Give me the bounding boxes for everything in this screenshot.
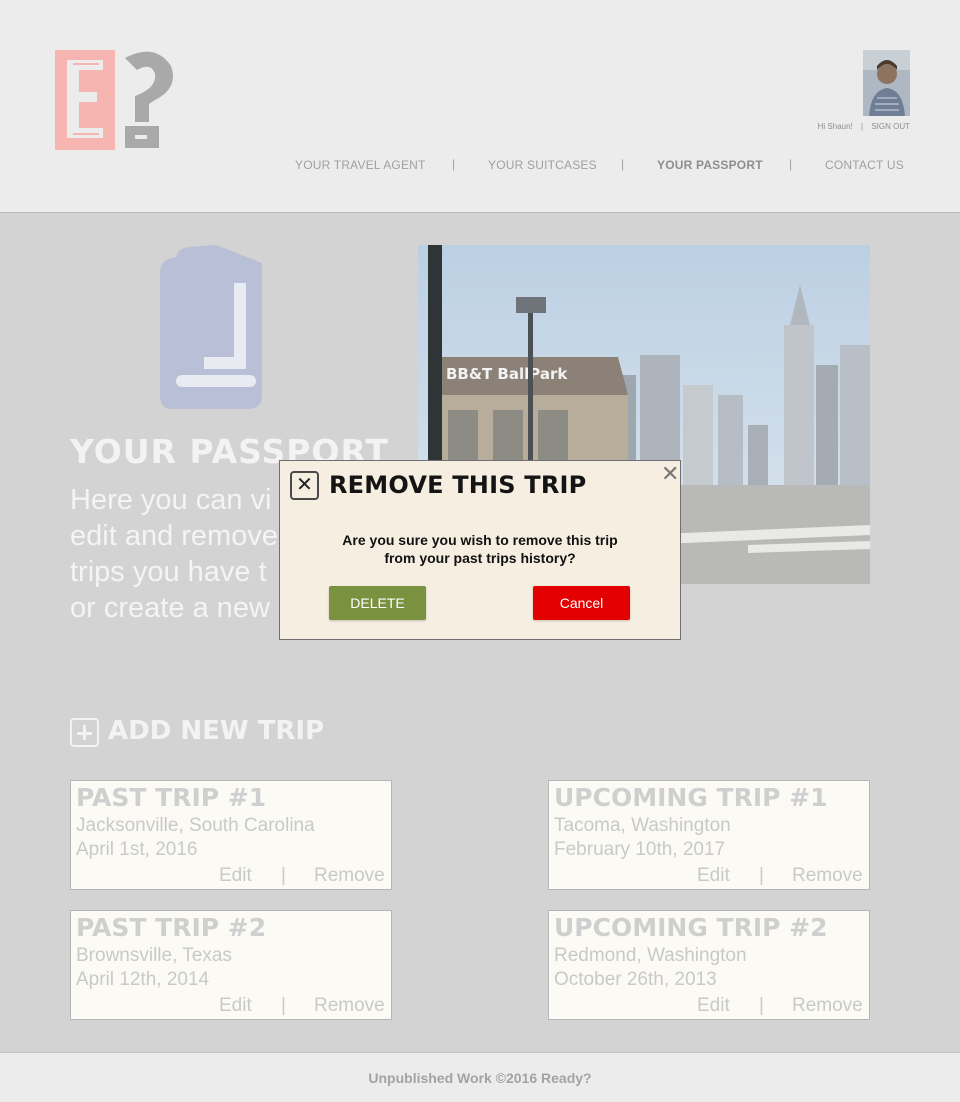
remove-trip-link[interactable]: Remove — [792, 995, 863, 1017]
link-separator: | — [281, 995, 286, 1016]
greeting-separator: | — [861, 122, 864, 131]
close-icon[interactable]: ✕ — [661, 461, 679, 487]
site-header: Hi Shaun! | SIGN OUT YOUR TRAVEL AGENT |… — [0, 0, 960, 213]
user-avatar[interactable] — [863, 50, 910, 116]
trip-date: February 10th, 2017 — [554, 839, 726, 860]
trip-date: April 1st, 2016 — [76, 839, 198, 860]
nav-separator: | — [452, 157, 456, 171]
passport-book-icon — [160, 245, 262, 409]
link-separator: | — [281, 865, 286, 886]
cancel-button[interactable]: Cancel — [533, 586, 630, 620]
site-footer: Unpublished Work ©2016 Ready? — [0, 1052, 960, 1102]
dialog-message-line: from your past trips history? — [384, 550, 576, 566]
edit-trip-link[interactable]: Edit — [219, 865, 252, 887]
user-greeting-bar: Hi Shaun! | SIGN OUT — [800, 122, 910, 131]
trip-card: PAST TRIP #1 Jacksonville, South Carolin… — [70, 780, 392, 890]
trip-location: Jacksonville, South Carolina — [76, 815, 315, 836]
remove-trip-link[interactable]: Remove — [792, 865, 863, 887]
delete-button[interactable]: DELETE — [329, 586, 426, 620]
trip-title: UPCOMING TRIP #2 — [554, 913, 828, 942]
plus-icon — [70, 718, 99, 747]
trip-title: PAST TRIP #2 — [76, 913, 267, 942]
trip-card: UPCOMING TRIP #1 Tacoma, Washington Febr… — [548, 780, 870, 890]
trip-date: October 26th, 2013 — [554, 969, 717, 990]
trip-date: April 12th, 2014 — [76, 969, 210, 990]
dialog-message-line: Are you sure you wish to remove this tri… — [342, 532, 618, 548]
copyright-text: Unpublished Work ©2016 Ready? — [368, 1070, 592, 1086]
trip-card: PAST TRIP #2 Brownsville, Texas April 12… — [70, 910, 392, 1020]
link-separator: | — [759, 995, 764, 1016]
trip-title: PAST TRIP #1 — [76, 783, 267, 812]
avatar-photo — [863, 50, 910, 116]
dialog-message: Are you sure you wish to remove this tri… — [310, 531, 650, 567]
link-separator: | — [759, 865, 764, 886]
edit-trip-link[interactable]: Edit — [219, 995, 252, 1017]
dialog-title: REMOVE THIS TRIP — [329, 471, 587, 499]
nav-contact-us[interactable]: CONTACT US — [825, 158, 904, 172]
remove-trip-link[interactable]: Remove — [314, 865, 385, 887]
remove-trip-link[interactable]: Remove — [314, 995, 385, 1017]
nav-suitcases[interactable]: YOUR SUITCASES — [488, 158, 597, 172]
greeting-text: Hi Shaun! — [817, 122, 853, 131]
nav-separator: | — [789, 157, 793, 171]
edit-trip-link[interactable]: Edit — [697, 995, 730, 1017]
ready-logo[interactable] — [55, 48, 177, 152]
edit-trip-link[interactable]: Edit — [697, 865, 730, 887]
nav-passport[interactable]: YOUR PASSPORT — [657, 158, 763, 172]
add-new-trip-label: ADD NEW TRIP — [108, 716, 325, 746]
trip-title: UPCOMING TRIP #1 — [554, 783, 828, 812]
remove-trip-dialog: ✕ REMOVE THIS TRIP ✕ Are you sure you wi… — [279, 460, 681, 640]
nav-separator: | — [621, 157, 625, 171]
nav-travel-agent[interactable]: YOUR TRAVEL AGENT — [295, 158, 426, 172]
trip-card: UPCOMING TRIP #2 Redmond, Washington Oct… — [548, 910, 870, 1020]
trip-location: Redmond, Washington — [554, 945, 747, 966]
trip-location: Tacoma, Washington — [554, 815, 731, 836]
trip-location: Brownsville, Texas — [76, 945, 232, 966]
ballpark-sign: BB&T BallPark — [446, 365, 568, 383]
close-box-icon[interactable]: ✕ — [290, 471, 319, 500]
sign-out-link[interactable]: SIGN OUT — [871, 122, 910, 131]
